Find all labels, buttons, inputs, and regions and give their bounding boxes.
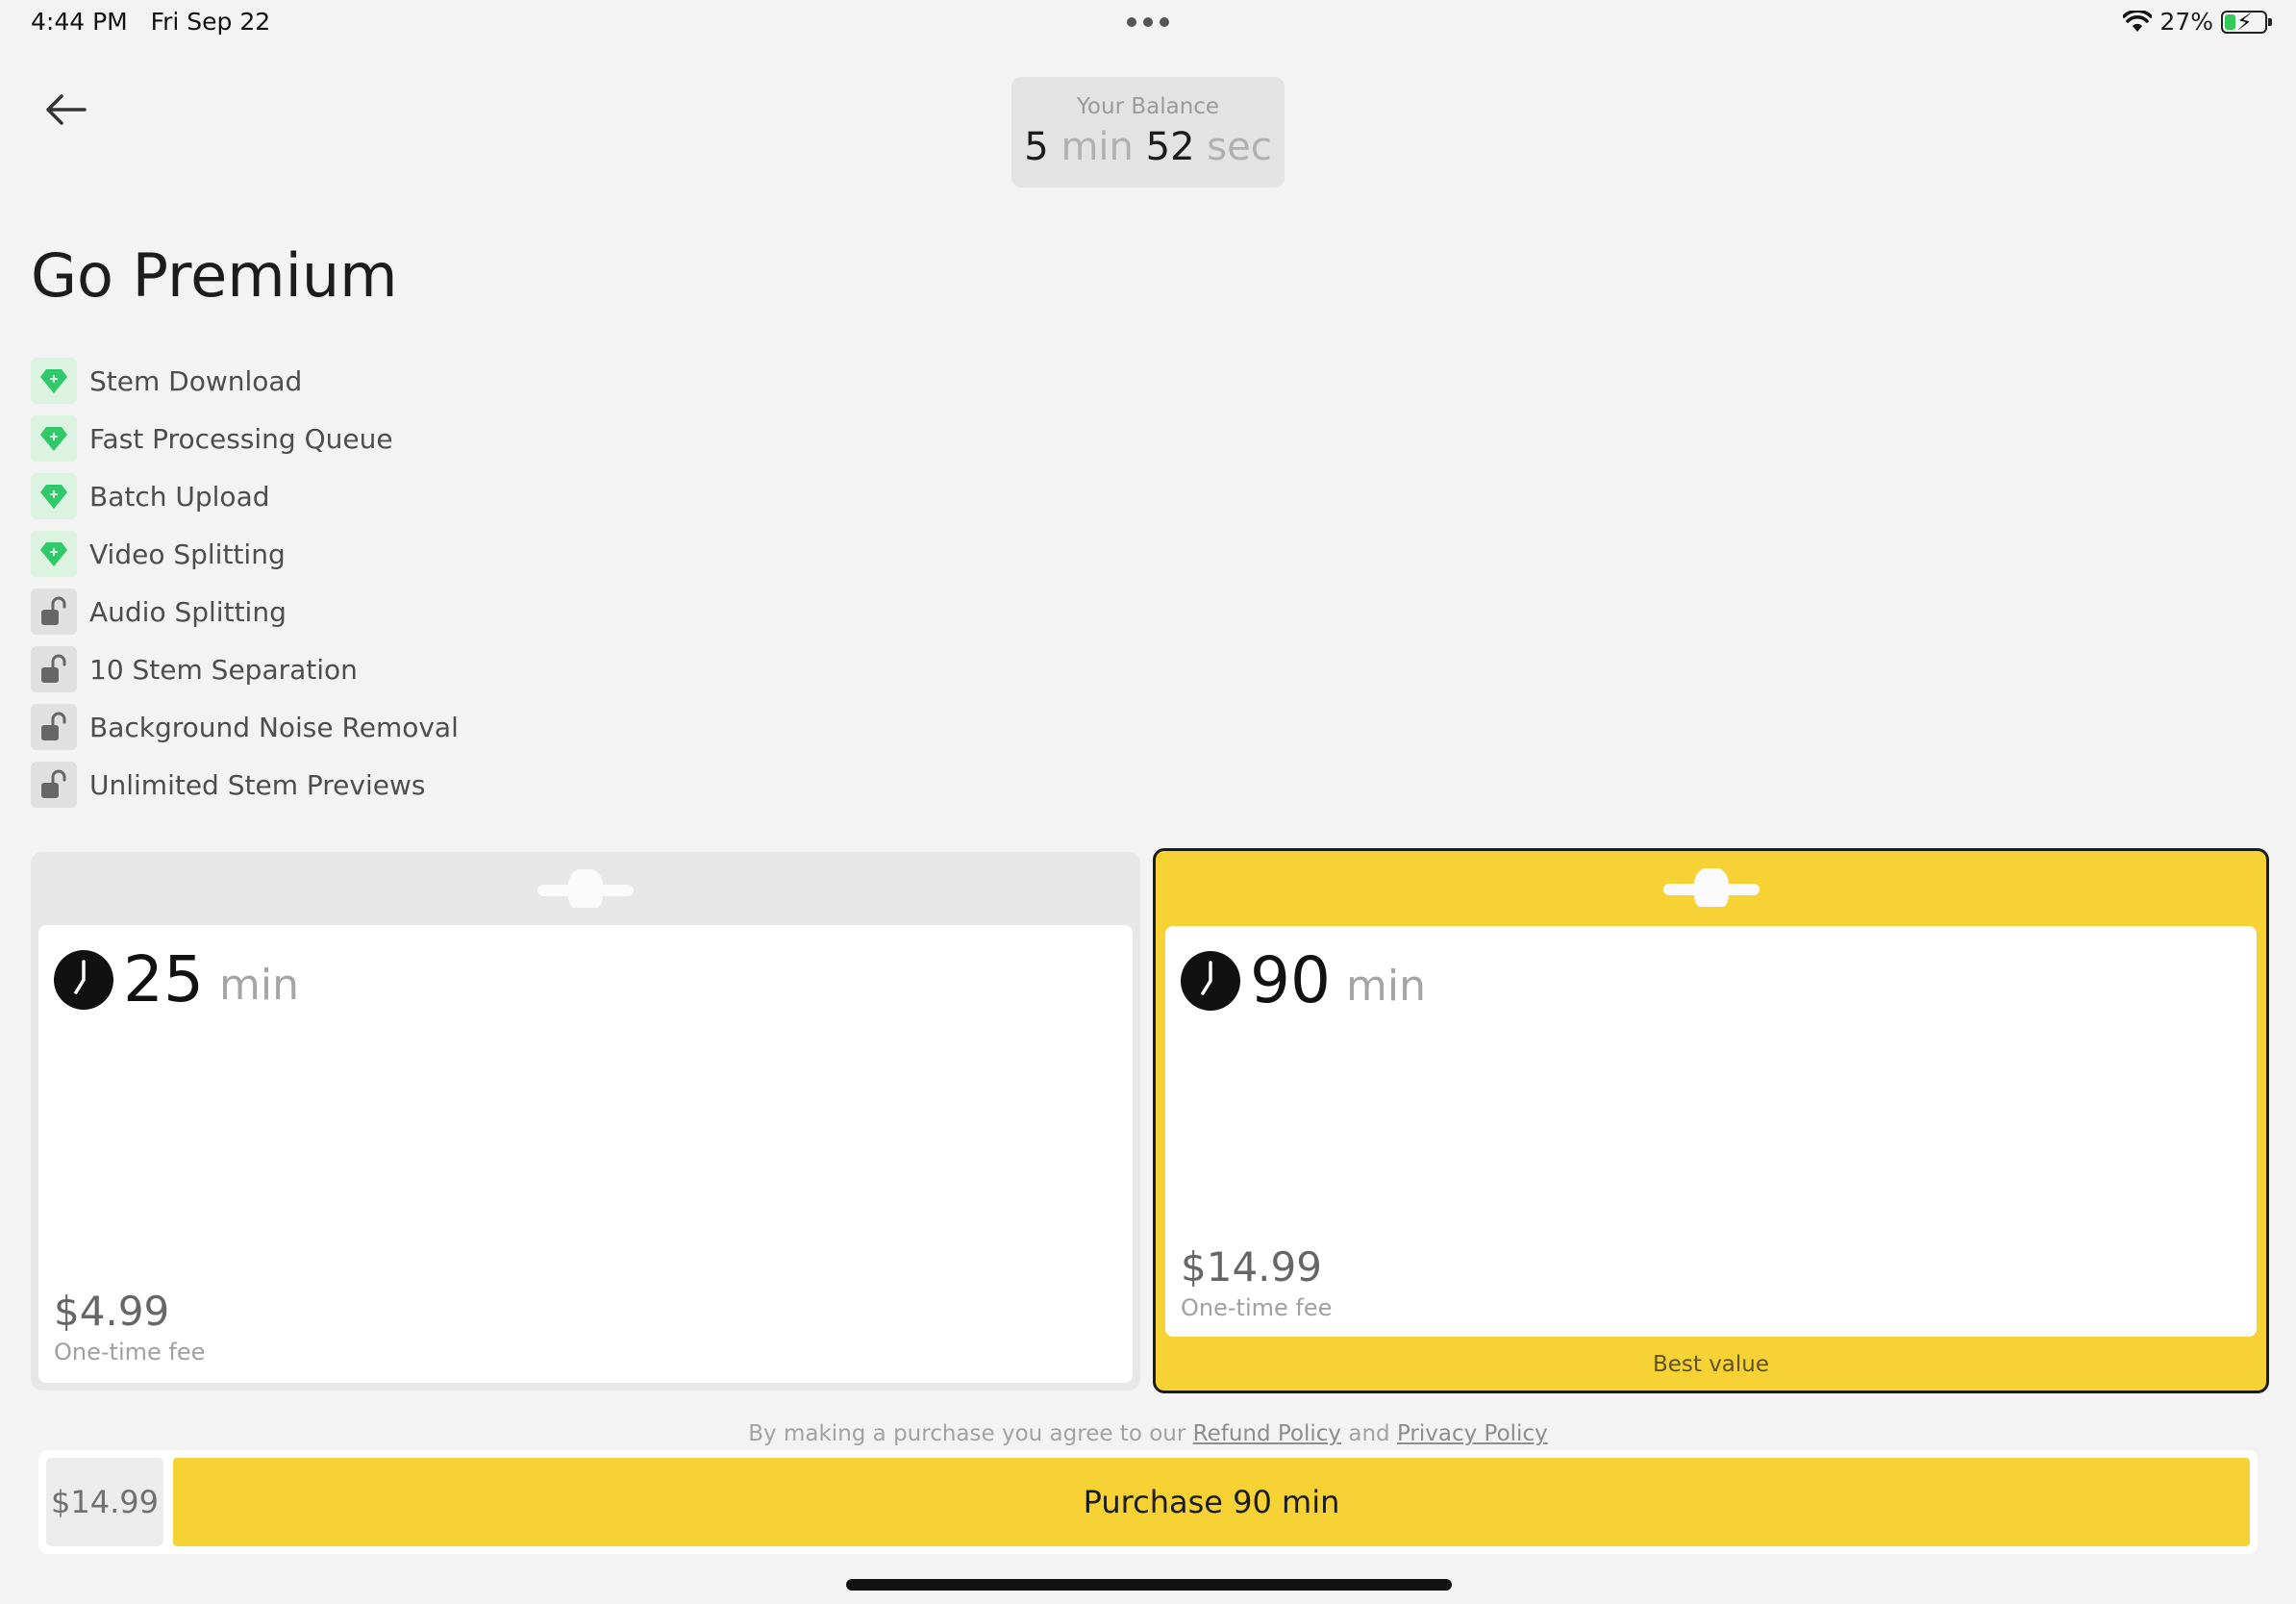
feature-label: Batch Upload — [89, 480, 270, 513]
plan-minutes: 90 — [1250, 943, 1331, 1017]
back-button[interactable] — [38, 87, 92, 133]
privacy-policy-link[interactable]: Privacy Policy — [1397, 1421, 1548, 1446]
plan-fee: One-time fee — [1181, 1294, 1333, 1321]
multitasking-dots-icon[interactable] — [1127, 17, 1169, 27]
unlock-icon — [31, 646, 77, 692]
terms-text: By making a purchase you agree to our Re… — [0, 1421, 2296, 1446]
feature-item: Batch Upload — [31, 473, 459, 519]
gem-icon — [31, 415, 77, 462]
battery-icon: ⚡ — [2221, 9, 2272, 36]
status-clock: 4:44 PM — [31, 8, 128, 36]
balance-minutes: 5 — [1024, 125, 1049, 169]
card-notch-icon — [1662, 868, 1759, 907]
plan-price: $4.99 — [54, 1288, 170, 1335]
feature-label: 10 Stem Separation — [89, 653, 358, 686]
wifi-icon — [2123, 10, 2153, 32]
balance-seconds: 52 — [1145, 125, 1195, 169]
feature-list: Stem Download Fast Processing Queue Batc… — [31, 358, 459, 819]
feature-item: 10 Stem Separation — [31, 646, 459, 692]
balance-value: 5 min 52 sec — [1011, 125, 1285, 169]
best-value-badge: Best value — [1652, 1352, 1770, 1377]
gem-icon — [31, 473, 77, 519]
unlock-icon — [31, 762, 77, 808]
plan-card-25-min[interactable]: 25 min $4.99 One-time fee — [31, 852, 1140, 1391]
refund-policy-link[interactable]: Refund Policy — [1193, 1421, 1341, 1446]
balance-label: Your Balance — [1076, 94, 1220, 119]
selected-price: $14.99 — [46, 1458, 163, 1546]
unlock-icon — [31, 704, 77, 750]
home-indicator[interactable] — [846, 1579, 1452, 1591]
plan-price: $14.99 — [1181, 1243, 1322, 1291]
clock-icon — [1181, 950, 1240, 1011]
plan-card-body: 25 min $4.99 One-time fee — [38, 925, 1133, 1383]
feature-item: Audio Splitting — [31, 589, 459, 635]
purchase-bar: $14.99 Purchase 90 min — [38, 1450, 2258, 1554]
status-time: 4:44 PM Fri Sep 22 — [31, 8, 270, 36]
page-title: Go Premium — [31, 240, 398, 311]
plan-amount: 90 min — [1181, 943, 1426, 1017]
feature-item: Fast Processing Queue — [31, 415, 459, 462]
plan-unit: min — [218, 961, 299, 1010]
card-notch-icon — [537, 869, 634, 908]
feature-item: Unlimited Stem Previews — [31, 762, 459, 808]
feature-label: Audio Splitting — [89, 595, 287, 628]
feature-item: Video Splitting — [31, 531, 459, 577]
feature-item: Background Noise Removal — [31, 704, 459, 750]
balance-box: Your Balance 5 min 52 sec — [1011, 77, 1285, 188]
gem-icon — [31, 531, 77, 577]
feature-label: Unlimited Stem Previews — [89, 768, 426, 801]
battery-percent: 27% — [2159, 8, 2213, 36]
plan-minutes: 25 — [123, 942, 204, 1016]
purchase-button[interactable]: Purchase 90 min — [173, 1458, 2250, 1546]
feature-label: Stem Download — [89, 364, 303, 397]
terms-prefix: By making a purchase you agree to our — [748, 1421, 1186, 1446]
arrow-left-icon — [46, 94, 87, 125]
unlock-icon — [31, 589, 77, 635]
gem-icon — [31, 358, 77, 404]
balance-min-unit: min — [1061, 125, 1134, 169]
clock-icon — [54, 949, 113, 1010]
feature-label: Fast Processing Queue — [89, 422, 393, 455]
premium-screen: 4:44 PM Fri Sep 22 27% ⚡ Your Balance 5 … — [0, 0, 2296, 1604]
feature-label: Video Splitting — [89, 538, 286, 570]
plan-unit: min — [1345, 962, 1426, 1011]
plan-card-body: 90 min $14.99 One-time fee — [1165, 926, 2257, 1337]
feature-item: Stem Download — [31, 358, 459, 404]
plan-card-90-min[interactable]: 90 min $14.99 One-time fee Best value — [1153, 848, 2269, 1393]
status-indicators: 27% ⚡ — [2123, 8, 2272, 36]
feature-label: Background Noise Removal — [89, 711, 459, 743]
terms-and: and — [1348, 1421, 1390, 1446]
plan-fee: One-time fee — [54, 1339, 206, 1366]
balance-sec-unit: sec — [1207, 125, 1272, 169]
status-date: Fri Sep 22 — [150, 8, 271, 36]
plan-amount: 25 min — [54, 942, 299, 1016]
